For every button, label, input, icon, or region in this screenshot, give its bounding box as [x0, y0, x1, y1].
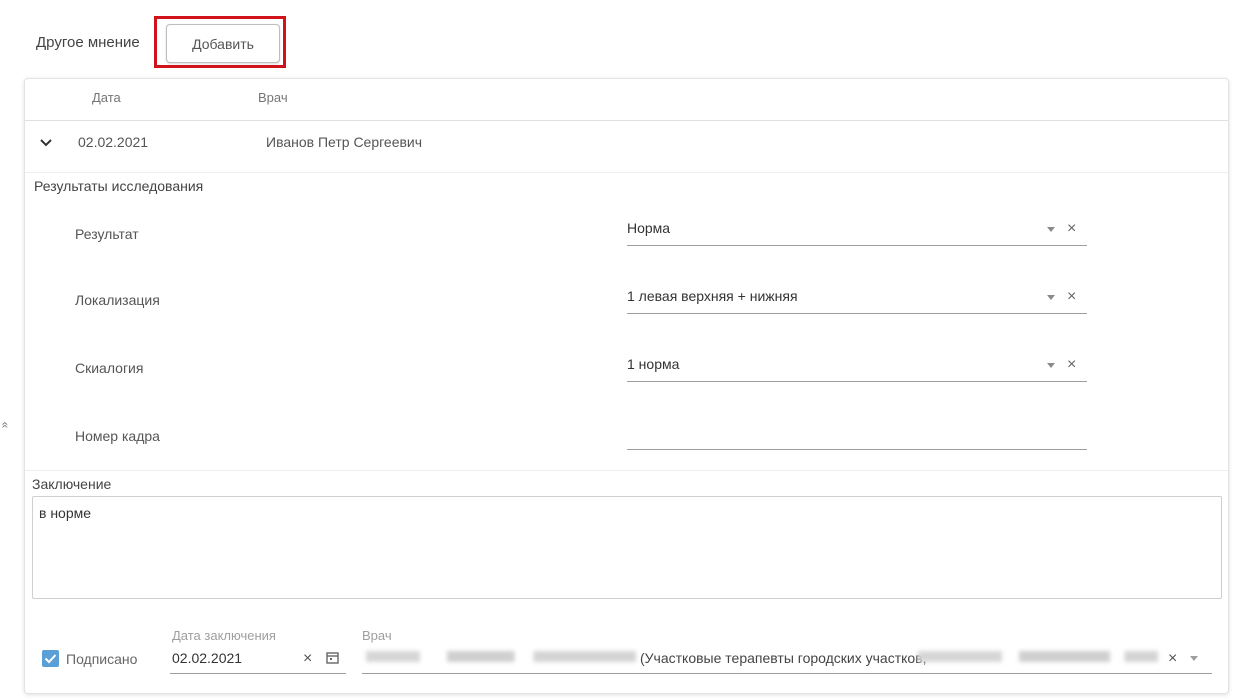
chevron-down-icon[interactable]	[36, 132, 56, 152]
row-doctor: Иванов Петр Сергеевич	[266, 134, 423, 150]
opinion-card	[24, 78, 1229, 694]
signed-checkbox[interactable]	[42, 650, 59, 667]
doctor-value: (Участковые терапевты городских участков…	[640, 650, 927, 666]
dropdown-arrow-icon[interactable]	[1047, 227, 1055, 232]
dropdown-arrow-icon[interactable]	[1047, 363, 1055, 368]
doctor-name-redacted	[366, 651, 636, 662]
skialogy-select[interactable]: 1 норма ×	[627, 352, 1087, 382]
conclusion-textarea[interactable]: в норме	[32, 496, 1222, 599]
close-icon[interactable]: ×	[1067, 220, 1076, 238]
conclusion-title: Заключение	[32, 476, 112, 492]
conclusion-date-input[interactable]: 02.02.2021 ×	[170, 644, 346, 674]
column-header-doctor: Врач	[258, 90, 288, 105]
result-label: Результат	[75, 226, 139, 242]
localization-select[interactable]: 1 левая верхняя + нижняя ×	[627, 284, 1087, 314]
add-button[interactable]: Добавить	[166, 24, 280, 63]
column-header-date: Дата	[92, 90, 121, 105]
localization-label: Локализация	[75, 292, 160, 308]
results-section-title: Результаты исследования	[34, 178, 204, 194]
results-divider	[25, 470, 1228, 471]
conclusion-date-label: Дата заключения	[172, 628, 276, 643]
signed-label: Подписано	[66, 651, 138, 667]
dropdown-arrow-icon[interactable]	[1047, 295, 1055, 300]
doctor-label: Врач	[362, 628, 392, 643]
skialogy-value: 1 норма	[627, 356, 680, 372]
frame-number-label: Номер кадра	[75, 428, 160, 444]
doctor-select[interactable]: (Участковые терапевты городских участков…	[362, 644, 1212, 674]
localization-value: 1 левая верхняя + нижняя	[627, 288, 798, 304]
side-chevron-icon[interactable]: «	[0, 422, 12, 429]
header-divider	[25, 120, 1228, 121]
close-icon[interactable]: ×	[1168, 650, 1177, 668]
doctor-department-redacted	[918, 651, 1158, 662]
close-icon[interactable]: ×	[303, 650, 312, 668]
dropdown-arrow-icon[interactable]	[1190, 656, 1198, 661]
close-icon[interactable]: ×	[1067, 356, 1076, 374]
result-select[interactable]: Норма ×	[627, 216, 1087, 246]
frame-number-input[interactable]	[627, 420, 1087, 450]
skialogy-label: Скиалогия	[75, 360, 144, 376]
row-divider	[25, 172, 1228, 173]
result-value: Норма	[627, 220, 671, 236]
row-date: 02.02.2021	[78, 134, 149, 150]
other-opinion-title: Другое мнение	[36, 34, 140, 51]
close-icon[interactable]: ×	[1067, 288, 1076, 306]
check-icon	[44, 654, 57, 664]
conclusion-date-value: 02.02.2021	[172, 650, 243, 666]
calendar-icon[interactable]	[326, 651, 339, 667]
